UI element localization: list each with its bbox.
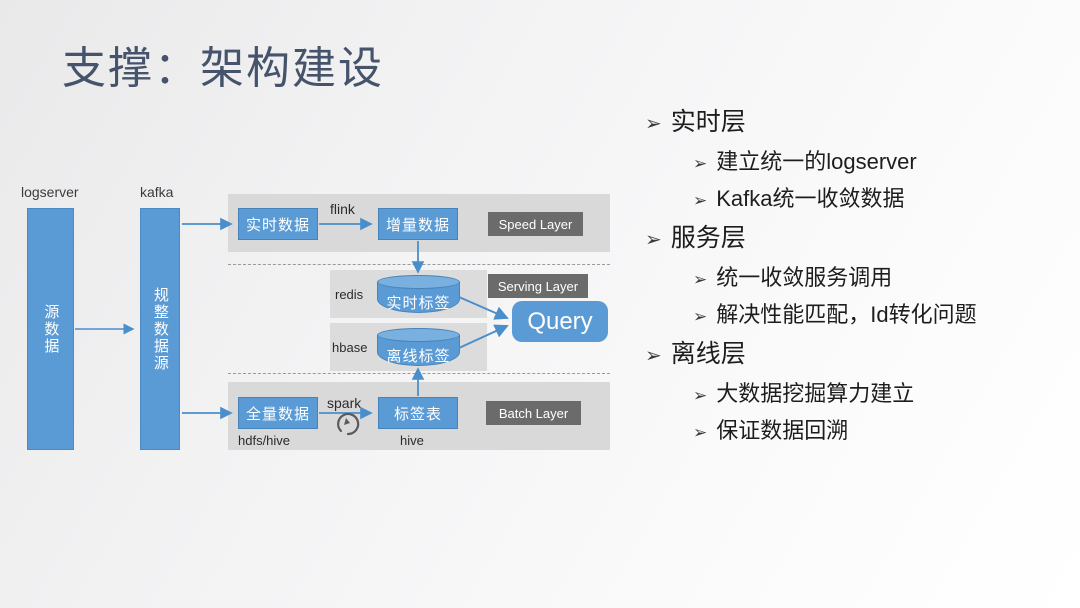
bullet-item-l1: ➢ 离线层 [645, 336, 1075, 372]
bullet-item-label: 保证数据回溯 [716, 418, 849, 444]
bullet-arrow-icon: ➢ [693, 154, 708, 174]
bullet-item-l2: ➢ 统一收敛服务调用 [693, 262, 1075, 294]
page-title: 支撑：架构建设 [62, 44, 384, 93]
bullet-item-l2: ➢ 大数据挖掘算力建立 [693, 378, 1075, 410]
bullet-arrow-icon: ➢ [645, 229, 662, 252]
bullet-item-label: 服务层 [670, 224, 746, 253]
slide-root: 支撑：架构建设 logserver kafka 源数据 规整数据源 实时数据 f… [0, 0, 1080, 608]
bullet-item-label: 大数据挖掘算力建立 [716, 381, 915, 407]
diagram-connectors [75, 217, 509, 436]
bullet-item-label: Kafka统一收敛数据 [716, 186, 905, 212]
bullet-item-l2: ➢ 解决性能匹配，Id转化问题 [693, 299, 1075, 331]
bullet-item-label: 解决性能匹配，Id转化问题 [716, 302, 977, 328]
bullet-arrow-icon: ➢ [693, 307, 708, 327]
bullet-arrow-icon: ➢ [645, 113, 662, 135]
bullet-arrow-icon: ➢ [693, 423, 708, 443]
bullet-item-label: 实时层 [670, 108, 746, 136]
bullet-item-l2: ➢ Kafka统一收敛数据 [693, 183, 1075, 215]
arrow-realtime-tag-to-query [458, 296, 509, 320]
bullet-arrow-icon: ➢ [693, 270, 708, 290]
refresh-loop-icon [337, 412, 360, 436]
bullet-arrow-icon: ➢ [645, 345, 662, 368]
bullet-item-l1: ➢ 实时层 [645, 104, 1075, 140]
bullet-item-l1: ➢ 服务层 [645, 220, 1075, 256]
bullet-item-label: 统一收敛服务调用 [716, 265, 893, 291]
bullet-item-l2: ➢ 建立统一的logserver [693, 146, 1075, 178]
architecture-diagram: logserver kafka 源数据 规整数据源 实时数据 flink 增量数… [0, 160, 640, 480]
bullet-arrow-icon: ➢ [693, 386, 708, 406]
bullet-item-label: 离线层 [670, 340, 746, 369]
bullet-item-l2: ➢ 保证数据回溯 [693, 415, 1075, 447]
bullet-list: ➢ 实时层 ➢ 建立统一的logserver ➢ Kafka统一收敛数据 ➢ 服务层 ➢ 统一收敛… [645, 104, 1075, 452]
bullet-item-label: 建立统一的logserver [716, 149, 917, 175]
arrow-offline-tag-to-query [458, 324, 509, 349]
bullet-arrow-icon: ➢ [693, 191, 708, 211]
